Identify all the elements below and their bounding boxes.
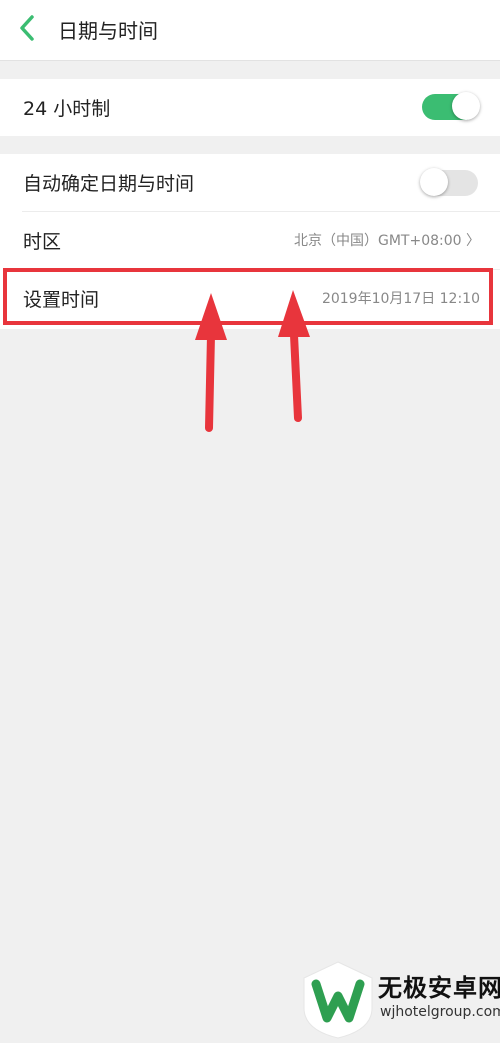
timezone-row[interactable]: 时区 北京（中国）GMT+08:00 〉 [0, 212, 500, 269]
timezone-value: 北京（中国）GMT+08:00 〉 [293, 233, 480, 249]
watermark: 无极安卓网 wjhotelgroup.com [300, 960, 500, 1040]
brand-logo-icon [303, 961, 373, 1039]
chevron-left-icon[interactable] [16, 14, 40, 42]
page-title: 日期与时间 [58, 19, 158, 43]
set-time-label: 设置时间 [23, 289, 100, 311]
hour24-row[interactable]: 24 小时制 [0, 79, 500, 136]
header-bar: 日期与时间 [0, 0, 500, 61]
watermark-brand: 无极安卓网 [378, 974, 500, 1002]
set-time-value: 2019年10月17日 12:10 [321, 291, 480, 307]
toggle-knob [420, 168, 448, 196]
hour24-label: 24 小时制 [23, 98, 111, 120]
set-time-row[interactable]: 设置时间 2019年10月17日 12:10 [0, 270, 500, 327]
auto-datetime-toggle[interactable] [420, 168, 478, 196]
auto-datetime-label: 自动确定日期与时间 [23, 173, 195, 195]
hour-format-card: 24 小时制 [0, 79, 500, 136]
date-time-card: 自动确定日期与时间 时区 北京（中国）GMT+08:00 〉 设置时间 2019… [0, 154, 500, 329]
watermark-url: wjhotelgroup.com [380, 1004, 500, 1020]
auto-datetime-row[interactable]: 自动确定日期与时间 [0, 154, 500, 211]
timezone-label: 时区 [23, 231, 62, 253]
hour24-toggle[interactable] [422, 92, 480, 120]
toggle-knob [452, 92, 480, 120]
